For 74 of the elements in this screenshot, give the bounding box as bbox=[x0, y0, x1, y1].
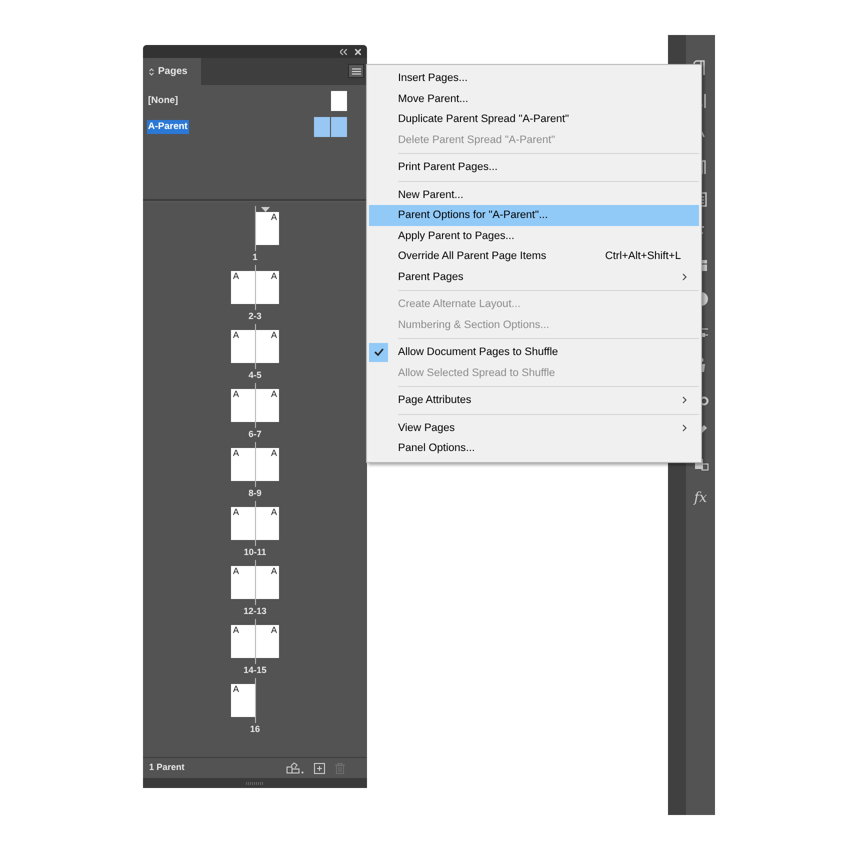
spread-number: 14-15 bbox=[243, 664, 267, 677]
parent-prefix: A bbox=[270, 626, 277, 637]
parent-prefix: A bbox=[270, 272, 277, 283]
menu-item[interactable]: Duplicate Parent Spread "A-Parent" bbox=[369, 109, 699, 130]
parent-prefix: A bbox=[233, 685, 240, 696]
spread-number: 16 bbox=[250, 723, 260, 736]
page-size-icon[interactable] bbox=[286, 762, 304, 774]
parent-prefix: A bbox=[270, 213, 277, 224]
menu-item[interactable]: Parent Options for "A-Parent"... bbox=[369, 205, 699, 226]
spread-number: 8-9 bbox=[248, 487, 262, 500]
expand-collapse-icon bbox=[149, 68, 154, 76]
menu-item[interactable]: Override All Parent Page Items Ctrl+Alt+Shift+L bbox=[369, 246, 699, 266]
page-thumbnail[interactable]: A bbox=[231, 330, 255, 363]
menu-item[interactable]: New Parent... bbox=[369, 184, 699, 205]
spread-number: 1 bbox=[252, 251, 258, 264]
page-thumbnail[interactable]: A bbox=[255, 330, 279, 363]
page-thumbnail[interactable]: A bbox=[231, 684, 255, 717]
spread-number: 12-13 bbox=[243, 605, 267, 618]
parent-prefix: A bbox=[233, 449, 240, 460]
collapse-icon[interactable] bbox=[340, 48, 347, 54]
parent-prefix: A bbox=[233, 626, 240, 637]
panel-menu-button[interactable] bbox=[348, 64, 364, 78]
parent-thumbnail[interactable] bbox=[314, 117, 347, 137]
page-thumbnail[interactable]: A bbox=[255, 271, 279, 304]
page-thumbnail[interactable]: A bbox=[255, 507, 279, 540]
page-thumbnail[interactable]: A bbox=[255, 448, 279, 481]
page-thumbnail[interactable]: A bbox=[231, 625, 255, 658]
menu-item[interactable]: Page Attributes bbox=[369, 390, 699, 410]
menu-item[interactable]: Panel Options... bbox=[369, 438, 699, 458]
page-thumbnail[interactable]: A bbox=[231, 448, 255, 481]
menu-item[interactable]: Insert Pages... bbox=[369, 68, 699, 88]
parent-prefix: A bbox=[270, 390, 277, 401]
menu-item[interactable]: View Pages bbox=[369, 418, 699, 438]
shortcut-text: Ctrl+Alt+Shift+L bbox=[605, 249, 681, 264]
close-icon[interactable] bbox=[355, 48, 361, 54]
parent-label[interactable]: [None] bbox=[147, 94, 180, 108]
page-thumbnail[interactable]: A bbox=[255, 625, 279, 658]
parent-prefix: A bbox=[233, 272, 240, 283]
effects-label[interactable]: fx bbox=[694, 488, 708, 509]
parent-prefix: A bbox=[270, 331, 277, 342]
menu-item[interactable]: Apply Parent to Pages... bbox=[369, 226, 699, 246]
parent-prefix: A bbox=[270, 508, 277, 519]
parent-count: 1 Parent bbox=[149, 761, 185, 774]
chevron-icon bbox=[682, 424, 687, 432]
spread-number: 10-11 bbox=[244, 546, 266, 559]
checkmark-icon bbox=[369, 342, 388, 362]
parent-thumbnail[interactable] bbox=[331, 91, 347, 111]
spread-number: 6-7 bbox=[248, 428, 262, 441]
chevron-icon bbox=[682, 272, 687, 281]
parent-prefix: A bbox=[233, 508, 240, 519]
parent-prefix: A bbox=[233, 390, 240, 401]
page-thumbnail[interactable]: A bbox=[231, 389, 255, 422]
page-thumbnail[interactable]: A bbox=[255, 212, 279, 245]
new-page-icon[interactable] bbox=[314, 762, 325, 774]
spread-number: 2-3 bbox=[248, 310, 262, 323]
parent-prefix: A bbox=[270, 449, 277, 460]
panel-tab[interactable]: Pages bbox=[143, 58, 201, 85]
page-thumbnail[interactable]: A bbox=[231, 566, 255, 599]
parent-prefix: A bbox=[233, 331, 240, 342]
menu-item[interactable]: Print Parent Pages... bbox=[369, 157, 699, 178]
page-thumbnail[interactable]: A bbox=[255, 389, 279, 422]
chevron-icon bbox=[682, 396, 687, 404]
page-thumbnail[interactable]: A bbox=[231, 507, 255, 540]
page-thumbnail[interactable]: A bbox=[255, 566, 279, 599]
menu-icon bbox=[352, 68, 360, 74]
menu-item[interactable]: Move Parent... bbox=[369, 88, 699, 109]
menu-item[interactable]: Parent Pages bbox=[369, 266, 699, 287]
parent-prefix: A bbox=[233, 567, 240, 578]
page-thumbnail[interactable]: A bbox=[231, 271, 255, 304]
parent-prefix: A bbox=[270, 567, 277, 578]
menu-item[interactable]: Allow Document Pages to Shuffle bbox=[369, 342, 699, 362]
parent-label[interactable]: A-Parent bbox=[147, 120, 189, 134]
resize-grip-icon[interactable] bbox=[246, 782, 264, 784]
spread-number: 4-5 bbox=[248, 369, 262, 382]
